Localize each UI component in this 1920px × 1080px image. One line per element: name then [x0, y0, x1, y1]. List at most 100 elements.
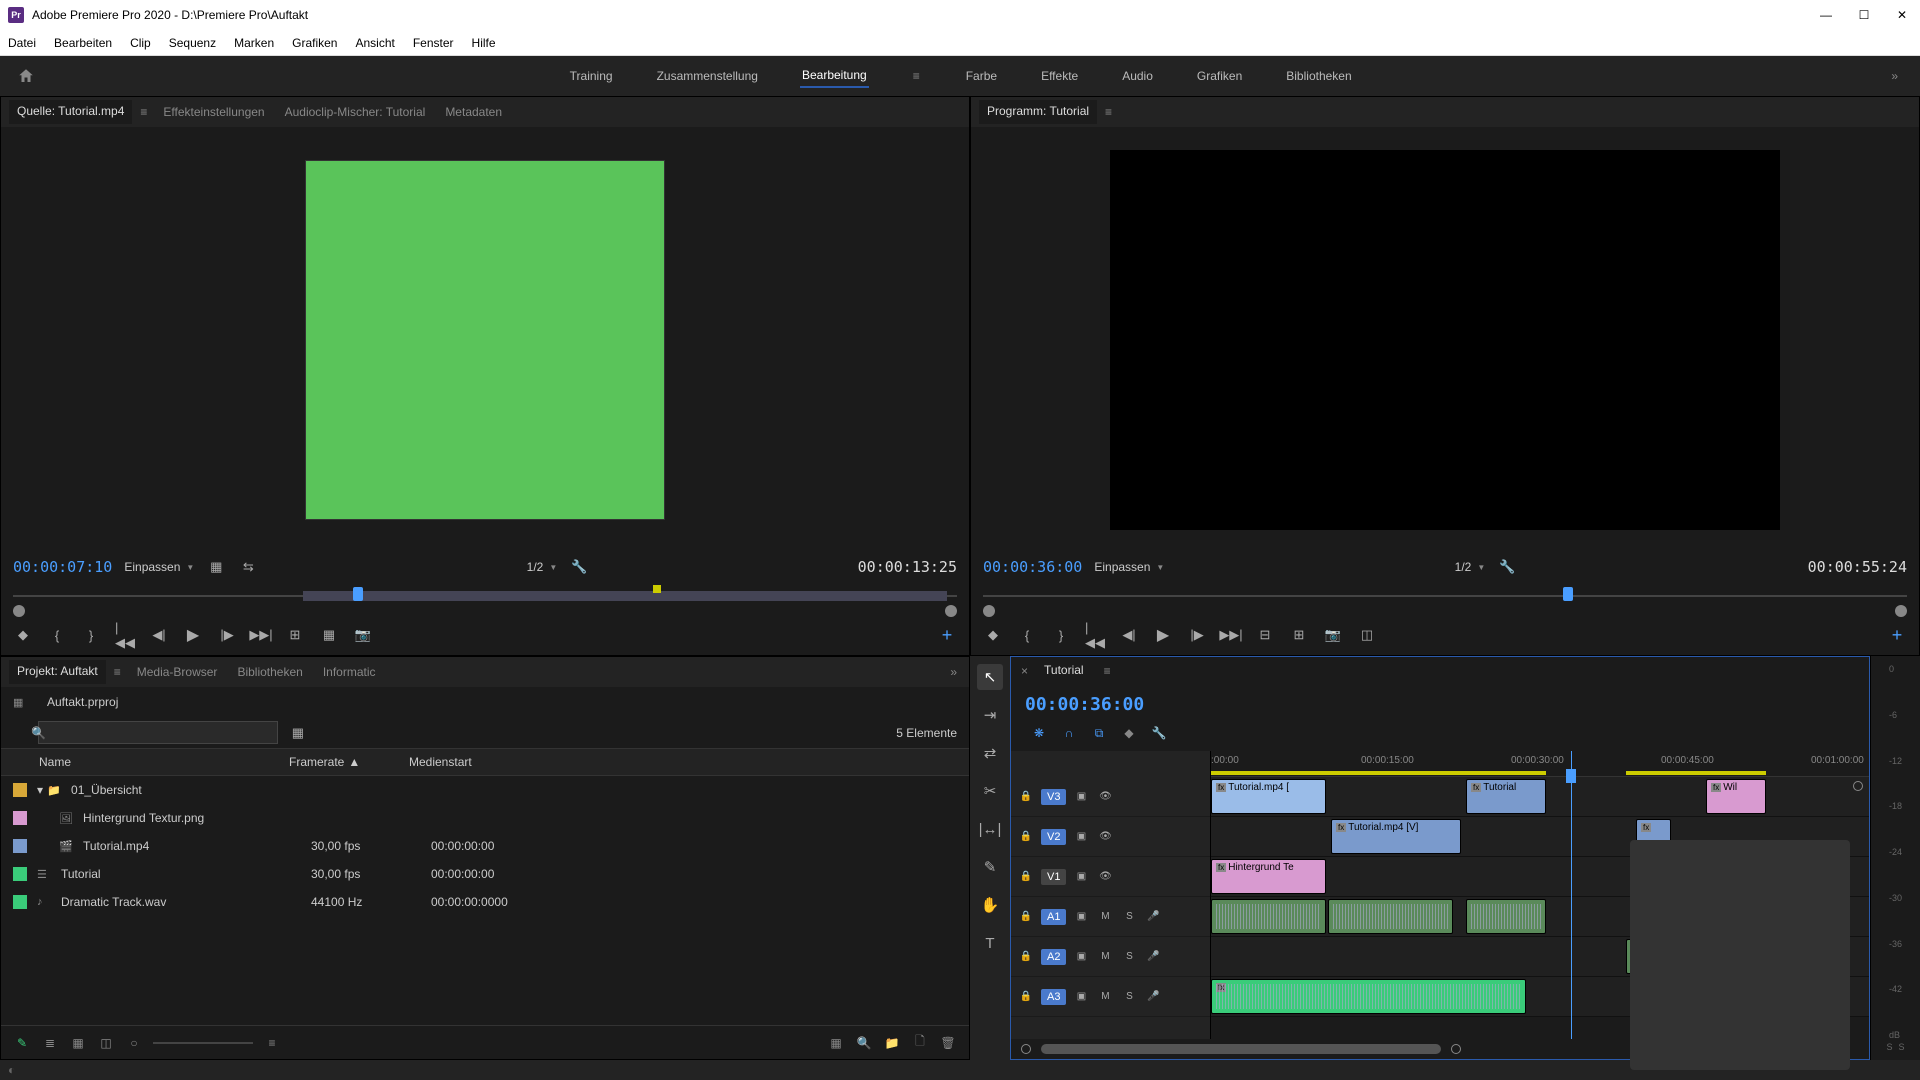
menu-grafiken[interactable]: Grafiken — [292, 36, 337, 50]
home-button[interactable] — [12, 62, 40, 90]
sync-lock-icon[interactable]: ▣ — [1072, 948, 1090, 966]
slip-tool[interactable]: |↔| — [977, 816, 1003, 842]
project-overflow-icon[interactable]: » — [946, 665, 961, 679]
workspace-grafiken[interactable]: Grafiken — [1195, 65, 1244, 87]
program-fit-dropdown[interactable]: Einpassen▼ — [1094, 560, 1164, 574]
mark-out-button[interactable]: } — [81, 625, 101, 645]
overwrite-button[interactable]: ▦ — [319, 625, 339, 645]
lock-icon[interactable]: 🔒 — [1017, 988, 1035, 1006]
meter-solo-left[interactable]: S — [1886, 1042, 1892, 1052]
add-marker-timeline-button[interactable]: ◆ — [1119, 723, 1139, 743]
tab-info[interactable]: Informatic — [315, 661, 384, 683]
clip[interactable]: fxWil — [1706, 779, 1766, 814]
mute-button[interactable]: M — [1096, 908, 1114, 926]
ripple-edit-tool[interactable]: ⇄ — [977, 740, 1003, 766]
program-tab-menu-icon[interactable]: ≡ — [1101, 105, 1116, 119]
menu-ansicht[interactable]: Ansicht — [355, 36, 394, 50]
track-v3[interactable]: fxTutorial.mp4 [fxTutorialfxWil — [1211, 777, 1869, 817]
track-header-v1[interactable]: 🔒 V1 ▣ 👁 — [1011, 857, 1210, 897]
step-forward-button[interactable]: |▶ — [217, 625, 237, 645]
play-button[interactable]: ▶ — [183, 625, 203, 645]
tab-program[interactable]: Programm: Tutorial — [979, 100, 1097, 124]
column-medienstart[interactable]: Medienstart — [409, 755, 957, 769]
program-mark-in-button[interactable]: { — [1017, 625, 1037, 645]
go-to-out-button[interactable]: ▶▶| — [251, 625, 271, 645]
record-icon[interactable]: 🎤 — [1144, 948, 1162, 966]
menu-marken[interactable]: Marken — [234, 36, 274, 50]
menu-hilfe[interactable]: Hilfe — [472, 36, 496, 50]
program-mark-out-button[interactable]: } — [1051, 625, 1071, 645]
tab-media-browser[interactable]: Media-Browser — [129, 661, 226, 683]
timeline-timecode[interactable]: 00:00:36:00 — [1025, 694, 1144, 715]
source-markers-icon[interactable]: ▦ — [206, 557, 226, 577]
workspace-bibliotheken[interactable]: Bibliotheken — [1284, 65, 1353, 87]
column-framerate[interactable]: Framerate▲ — [289, 755, 409, 769]
close-button[interactable]: ✕ — [1892, 8, 1912, 22]
menu-sequenz[interactable]: Sequenz — [169, 36, 216, 50]
zoom-handle-left[interactable] — [1021, 1044, 1031, 1054]
sync-lock-icon[interactable]: ▣ — [1072, 908, 1090, 926]
menu-datei[interactable]: Datei — [8, 36, 36, 50]
program-lift-button[interactable]: ⊟ — [1255, 625, 1275, 645]
sequence-tab[interactable]: Tutorial — [1036, 659, 1092, 683]
column-name[interactable]: Name — [39, 755, 289, 769]
program-go-to-out-button[interactable]: ▶▶| — [1221, 625, 1241, 645]
lock-icon[interactable]: 🔒 — [1017, 948, 1035, 966]
find-button[interactable]: 🔍 — [855, 1034, 873, 1052]
timeline-tab-menu-icon[interactable]: ≡ — [1100, 664, 1115, 678]
project-row[interactable]: ☰Tutorial30,00 fps00:00:00:00 — [1, 860, 969, 888]
program-step-forward-button[interactable]: |▶ — [1187, 625, 1207, 645]
workspace-effekte[interactable]: Effekte — [1039, 65, 1080, 87]
tab-source[interactable]: Quelle: Tutorial.mp4 — [9, 100, 132, 124]
track-select-tool[interactable]: ⇥ — [977, 702, 1003, 728]
menu-bearbeiten[interactable]: Bearbeiten — [54, 36, 112, 50]
meter-solo-right[interactable]: S — [1899, 1042, 1905, 1052]
mute-button[interactable]: M — [1096, 988, 1114, 1006]
close-sequence-button[interactable]: × — [1021, 664, 1028, 678]
label-swatch[interactable] — [13, 895, 27, 909]
solo-button[interactable]: S — [1120, 948, 1138, 966]
eye-icon[interactable]: 👁 — [1096, 868, 1114, 886]
eye-icon[interactable]: 👁 — [1096, 788, 1114, 806]
program-play-button[interactable]: ▶ — [1153, 625, 1173, 645]
program-settings-icon[interactable]: 🔧 — [1497, 557, 1517, 577]
solo-button[interactable]: S — [1120, 988, 1138, 1006]
insert-button[interactable]: ⊞ — [285, 625, 305, 645]
mark-in-button[interactable]: { — [47, 625, 67, 645]
tab-metadata[interactable]: Metadaten — [437, 101, 510, 123]
insert-sequence-toggle[interactable]: ❋ — [1029, 723, 1049, 743]
solo-button[interactable]: S — [1120, 908, 1138, 926]
clip[interactable]: fxTutorial.mp4 [V] — [1331, 819, 1461, 854]
label-swatch[interactable] — [13, 867, 27, 881]
source-scrubber[interactable] — [13, 585, 957, 611]
source-fit-dropdown[interactable]: Einpassen▼ — [124, 560, 194, 574]
timeline-playhead[interactable] — [1571, 751, 1572, 1039]
workspace-zusammenstellung[interactable]: Zusammenstellung — [655, 65, 760, 87]
program-current-timecode[interactable]: 00:00:36:00 — [983, 558, 1082, 576]
label-swatch[interactable] — [13, 811, 27, 825]
record-icon[interactable]: 🎤 — [1144, 908, 1162, 926]
clip[interactable]: fx — [1211, 979, 1526, 1014]
clip[interactable]: fxTutorial — [1466, 779, 1546, 814]
lock-icon[interactable]: 🔒 — [1017, 828, 1035, 846]
source-viewer[interactable] — [1, 127, 969, 553]
delete-button[interactable]: 🗑 — [939, 1034, 957, 1052]
program-button-editor-button[interactable]: + — [1887, 625, 1907, 645]
zoom-handle-right[interactable] — [1451, 1044, 1461, 1054]
program-step-back-button[interactable]: ◀| — [1119, 625, 1139, 645]
menu-fenster[interactable]: Fenster — [413, 36, 454, 50]
source-tab-menu-icon[interactable]: ≡ — [136, 105, 151, 119]
clip[interactable]: fxHintergrund Te — [1211, 859, 1326, 894]
pen-tool[interactable]: ✎ — [977, 854, 1003, 880]
button-editor-button[interactable]: + — [937, 625, 957, 645]
icon-view-button[interactable]: ▦ — [69, 1034, 87, 1052]
workspace-overflow-icon[interactable]: » — [1881, 69, 1908, 83]
source-settings-icon[interactable]: 🔧 — [569, 557, 589, 577]
track-header-v3[interactable]: 🔒 V3 ▣ 👁 — [1011, 777, 1210, 817]
program-zoom-dropdown[interactable]: 1/2▼ — [1455, 560, 1486, 574]
hand-tool[interactable]: ✋ — [977, 892, 1003, 918]
project-row[interactable]: ♪Dramatic Track.wav44100 Hz00:00:00:0000 — [1, 888, 969, 916]
lock-icon[interactable]: 🔒 — [1017, 788, 1035, 806]
program-compare-button[interactable]: ◫ — [1357, 625, 1377, 645]
workspace-audio[interactable]: Audio — [1120, 65, 1155, 87]
